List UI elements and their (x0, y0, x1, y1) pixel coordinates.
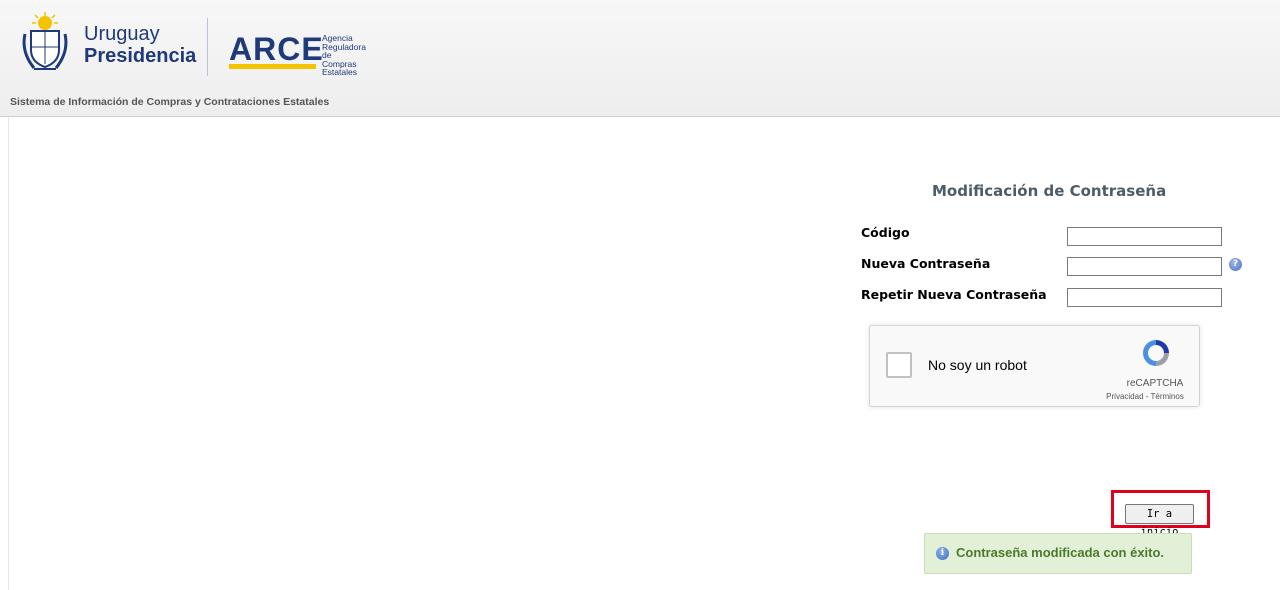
nueva-contrasena-label: Nueva Contraseña (861, 256, 991, 271)
system-title: Sistema de Información de Compras y Cont… (10, 96, 330, 108)
coat-of-arms-logo (22, 12, 68, 70)
recaptcha-label: No soy un robot (928, 357, 1027, 373)
uruguay-presidencia-logo: Uruguay Presidencia (84, 23, 197, 68)
help-icon[interactable]: ? (1229, 258, 1242, 271)
site-header: Uruguay Presidencia ARCE Agencia Regulad… (0, 0, 1280, 117)
ir-a-inicio-button[interactable]: Ir a inicio (1125, 504, 1194, 538)
arce-wordmark: ARCE (229, 31, 324, 67)
logo-line-presidencia: Presidencia (84, 45, 197, 67)
recaptcha-icon (1143, 340, 1169, 366)
content-left-border (8, 117, 9, 590)
arce-subtitle-line3: Compras Estatales (322, 58, 357, 77)
recaptcha-checkbox[interactable] (886, 352, 912, 378)
arce-subtitle-line2: Reguladora de (322, 41, 366, 60)
info-icon: i (936, 547, 949, 560)
form-title: Modificación de Contraseña (932, 182, 1167, 200)
codigo-input[interactable] (1067, 227, 1222, 246)
codigo-label: Código (861, 225, 910, 240)
repetir-contrasena-label: Repetir Nueva Contraseña (861, 287, 1047, 302)
logo-divider (207, 18, 208, 76)
arce-subtitle: Agencia Reguladora de Compras Estatales (322, 34, 366, 77)
arce-underline (229, 64, 316, 69)
repetir-contrasena-input[interactable] (1067, 288, 1222, 307)
success-message: i Contraseña modificada con éxito. (924, 533, 1192, 574)
recaptcha-widget: No soy un robot reCAPTCHA Privacidad - T… (869, 325, 1200, 407)
nueva-contrasena-input[interactable] (1067, 257, 1222, 276)
recaptcha-brand: reCAPTCHA (1126, 378, 1184, 389)
arce-logo: ARCE Agencia Reguladora de Compras Estat… (229, 31, 366, 76)
logo-line-uruguay: Uruguay (84, 23, 160, 45)
success-message-text: Contraseña modificada con éxito. (956, 545, 1165, 560)
recaptcha-links[interactable]: Privacidad - Términos (1095, 392, 1195, 401)
